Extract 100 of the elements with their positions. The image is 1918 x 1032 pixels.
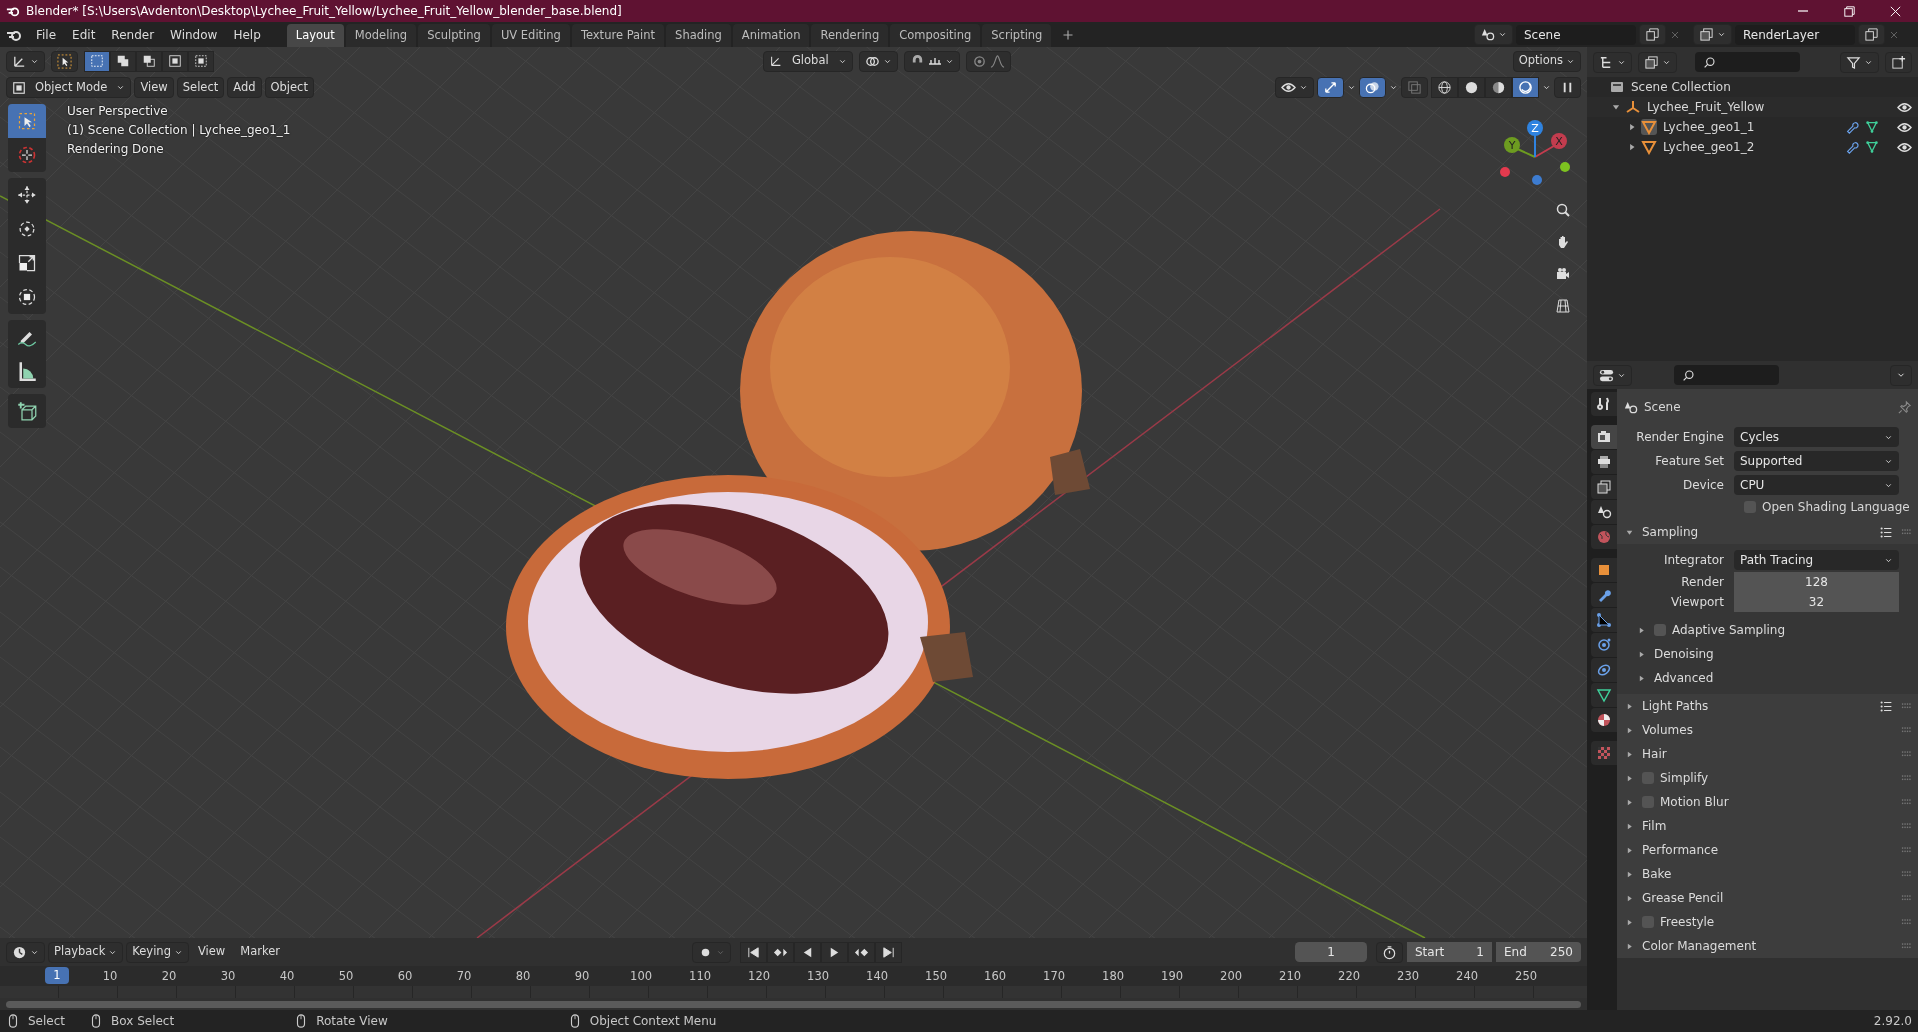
disclosure-triangle-icon[interactable] <box>1625 725 1634 735</box>
menu-item[interactable]: File <box>28 23 65 46</box>
next-keyframe-button[interactable] <box>848 941 875 963</box>
disclosure-triangle-icon[interactable] <box>1625 941 1634 951</box>
overlays-toggle-button[interactable] <box>1359 77 1386 98</box>
header-menu[interactable]: Object <box>264 77 314 98</box>
workspace-tab[interactable]: Compositing <box>890 23 981 47</box>
dropdown[interactable]: Path Tracing <box>1734 550 1899 570</box>
disclosure-triangle-icon[interactable] <box>1625 845 1634 855</box>
scrollbar[interactable] <box>6 1000 1581 1008</box>
outliner-item-label[interactable]: Scene Collection <box>1631 78 1731 96</box>
selectability-button[interactable] <box>1275 77 1314 98</box>
workspace-tab[interactable]: Scripting <box>982 23 1052 47</box>
new-collection-button[interactable] <box>1885 51 1912 73</box>
xray-toggle-button[interactable] <box>1401 77 1428 98</box>
jump-to-start-button[interactable] <box>740 941 767 963</box>
dropdown[interactable]: Cycles <box>1734 427 1899 447</box>
axis-handle[interactable]: Z <box>1527 120 1543 136</box>
caret-icon[interactable] <box>1347 83 1356 92</box>
properties-tab[interactable] <box>1591 708 1617 732</box>
pause-render-button[interactable] <box>1554 77 1581 98</box>
workspace-tab[interactable]: Animation <box>732 23 810 47</box>
outliner-item-label[interactable]: Lychee_geo1_2 <box>1663 138 1755 156</box>
select-mode-button[interactable] <box>162 50 188 72</box>
search-field[interactable] <box>1674 365 1779 385</box>
properties-tab[interactable] <box>1591 658 1617 682</box>
start-frame-field[interactable]: Start 1 <box>1407 942 1492 962</box>
disclosure-triangle-icon[interactable] <box>1627 142 1637 152</box>
outliner-item-label[interactable]: Lychee_geo1_1 <box>1663 118 1755 136</box>
select-mode-button[interactable] <box>136 50 162 72</box>
select-mode-button[interactable] <box>188 50 214 72</box>
timeline-menu[interactable]: View <box>191 941 232 963</box>
disclosure-triangle-icon[interactable] <box>1625 917 1634 927</box>
disclosure-triangle-icon[interactable] <box>1625 797 1634 807</box>
filter-button[interactable] <box>1840 51 1879 73</box>
properties-tab[interactable] <box>1591 450 1617 474</box>
presets-list-icon[interactable] <box>1880 699 1893 713</box>
disclosure-triangle-icon[interactable] <box>1625 701 1634 711</box>
tool-button[interactable] <box>8 320 46 354</box>
menu-item[interactable]: Render <box>103 23 163 46</box>
pin-icon[interactable] <box>1897 399 1912 415</box>
tool-button[interactable] <box>8 280 46 314</box>
presets-list-icon[interactable] <box>1880 525 1893 539</box>
properties-tab[interactable] <box>1591 608 1617 632</box>
workspace-tab[interactable]: Sculpting <box>418 23 490 47</box>
play-button[interactable] <box>821 941 848 963</box>
caret-icon[interactable] <box>1542 83 1551 92</box>
properties-tab[interactable] <box>1591 633 1617 657</box>
record-button[interactable] <box>692 941 731 963</box>
dropdown[interactable]: CPU <box>1734 475 1899 495</box>
checkbox[interactable] <box>1654 624 1666 636</box>
properties-tab[interactable] <box>1591 500 1617 524</box>
select-tool-button[interactable] <box>51 50 78 72</box>
tool-button[interactable] <box>8 354 46 388</box>
tool-button[interactable] <box>8 394 46 428</box>
editor-type-button[interactable] <box>6 50 45 72</box>
negative-axis-handle[interactable] <box>1560 162 1570 172</box>
copy-button[interactable] <box>1639 24 1666 45</box>
select-mode-button[interactable] <box>84 50 110 72</box>
shading-mode-button[interactable] <box>1485 77 1512 98</box>
search-field[interactable] <box>1695 52 1800 72</box>
tool-button[interactable] <box>8 178 46 212</box>
jump-to-end-button[interactable] <box>875 941 902 963</box>
display-mode-button[interactable] <box>1593 51 1632 73</box>
end-frame-field[interactable]: End 250 <box>1496 942 1581 962</box>
menu-item[interactable]: Window <box>162 23 226 46</box>
timeline-menu[interactable]: Marker <box>234 941 286 963</box>
workspace-tab[interactable]: Texture Paint <box>571 23 665 47</box>
properties-tab[interactable] <box>1591 683 1617 707</box>
disclosure-triangle-icon[interactable] <box>1625 893 1634 903</box>
editor-type-button[interactable] <box>1593 364 1632 386</box>
disclosure-triangle-icon[interactable] <box>1625 869 1634 879</box>
number-field[interactable]: 128 <box>1734 572 1899 592</box>
data-block-menu-button[interactable] <box>1474 24 1513 45</box>
shading-mode-button[interactable] <box>1431 77 1458 98</box>
disclosure-triangle-icon[interactable] <box>1637 673 1646 683</box>
shading-mode-button[interactable] <box>1512 77 1539 98</box>
panel-title[interactable]: Adaptive Sampling <box>1672 621 1918 639</box>
gizmo-toggle-button[interactable] <box>1317 77 1344 98</box>
disclosure-triangle-icon[interactable] <box>1637 649 1646 659</box>
editor-type-button[interactable] <box>6 941 45 963</box>
menu-item[interactable]: Help <box>225 23 269 46</box>
previous-keyframe-button[interactable] <box>767 941 794 963</box>
menu-item[interactable]: Edit <box>64 23 104 46</box>
workspace-tab[interactable]: Rendering <box>811 23 889 47</box>
playhead-frame-indicator[interactable]: 1 <box>45 967 69 985</box>
caret-icon[interactable] <box>1389 83 1398 92</box>
disclosure-triangle-icon[interactable] <box>1625 773 1634 783</box>
preview-range-button[interactable] <box>1376 941 1403 963</box>
properties-tab[interactable] <box>1591 583 1617 607</box>
select-mode-button[interactable] <box>110 50 136 72</box>
outliner-item-label[interactable]: Lychee_Fruit_Yellow <box>1647 98 1765 116</box>
scene-field[interactable]: Scene <box>1516 24 1636 45</box>
disclosure-triangle-icon[interactable] <box>1637 625 1646 635</box>
panel-title[interactable]: Denoising <box>1654 645 1918 663</box>
properties-tab[interactable] <box>1591 558 1617 582</box>
panel-title[interactable]: Advanced <box>1654 669 1918 687</box>
properties-tab[interactable] <box>1591 392 1617 416</box>
copy-button[interactable] <box>1858 24 1885 45</box>
number-field[interactable]: 32 <box>1734 592 1899 612</box>
